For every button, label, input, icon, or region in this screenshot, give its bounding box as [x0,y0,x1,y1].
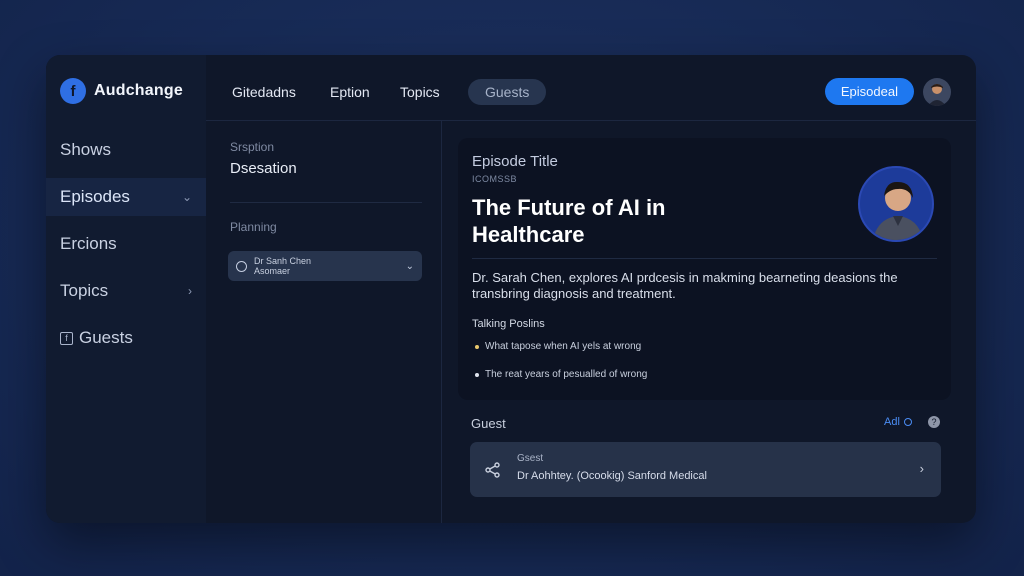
episode-label: Episode Title [472,153,558,170]
chevron-down-icon: ⌄ [181,190,192,204]
talking-point: What tapose when AI yels at wrong [475,341,641,352]
sidebar-item-label: Episodes [60,187,130,206]
tab-gitedadns[interactable]: Gitedadns [232,79,296,105]
guest-select[interactable]: Dr Sanh Chen Asomaer ⌄ [228,251,422,281]
talking-points-label: Talking Poslins [472,318,545,330]
tab-eption[interactable]: Eption [330,79,370,105]
episode-card: Episode Title ICOMSSB The Future of AI i… [458,138,951,400]
episode-meta: ICOMSSB [472,174,518,184]
guest-row-value: Dr Aohhtey. (Ocookig) Sanford Medical [517,470,707,482]
sidebar: f Audchange Shows Episodes ⌄ Ercions Top… [46,55,206,523]
chevron-right-icon: › [919,461,924,476]
brand[interactable]: f Audchange [60,78,183,104]
tab-topics[interactable]: Topics [400,79,440,105]
radio-icon [236,260,247,272]
bullet-icon [475,372,479,377]
sidebar-item-label: Topics [60,281,109,300]
talking-point: The reat years of pesualled of wrong [475,369,647,380]
sidebar-item-label: Shows [60,140,112,159]
episode-description: Dr. Sarah Chen, explores AI prdcesis in … [472,270,898,301]
user-avatar[interactable] [923,78,951,106]
guest-icon: f [60,331,73,345]
plus-icon [903,418,912,426]
app-window: f Audchange Shows Episodes ⌄ Ercions Top… [46,55,976,523]
bullet-icon [475,344,479,349]
sidebar-item-topics[interactable]: Topics › [46,272,206,310]
talking-point-text: The reat years of pesualled of wrong [485,369,648,380]
top-bar: Gitedadns Eption Topics Guests Episodeal [206,55,976,121]
add-guest-label: Adl [884,416,900,428]
user-avatar-icon [928,84,946,106]
section-value: Dsesation [230,160,297,177]
section-label: Srsption [230,140,275,154]
brand-name: Audchange [94,82,183,99]
tab-guests[interactable]: Guests [468,79,547,105]
chevron-right-icon: › [188,284,192,298]
guest-photo-icon [872,181,924,240]
select-line-2: Asomaer [254,266,291,276]
planning-label: Planning [230,220,277,234]
chevron-down-icon: ⌄ [405,260,414,272]
share-icon [485,462,500,478]
divider [230,202,422,203]
sidebar-item-episodes[interactable]: Episodes ⌄ [46,178,206,216]
guest-row-label: Gsest [517,453,544,464]
sidebar-item-label: Guests [79,328,133,347]
add-guest-link[interactable]: Adl [884,416,912,428]
divider [472,258,937,259]
select-value: Dr Sanh Chen Asomaer [254,256,399,276]
guest-row[interactable]: Gsest Dr Aohhtey. (Ocookig) Sanford Medi… [470,442,941,497]
select-line-1: Dr Sanh Chen [254,256,312,266]
sidebar-item-guests[interactable]: f Guests [46,319,206,357]
sidebar-item-ercions[interactable]: Ercions [46,225,206,263]
details-panel: Srsption Dsesation Planning Dr Sanh Chen… [206,121,442,523]
sidebar-item-shows[interactable]: Shows [46,131,206,169]
guest-section-label: Guest [471,416,506,431]
episode-button[interactable]: Episodeal [824,78,914,105]
sidebar-nav: Shows Episodes ⌄ Ercions Topics › f Gues… [46,131,206,366]
brand-logo-icon: f [60,78,86,104]
talking-point-text: What tapose when AI yels at wrong [485,341,642,352]
sidebar-item-label: Ercions [60,234,117,253]
episode-title: The Future of AI in Healthcare [472,195,666,247]
help-icon[interactable]: ? [928,416,940,428]
guest-avatar [858,166,934,242]
